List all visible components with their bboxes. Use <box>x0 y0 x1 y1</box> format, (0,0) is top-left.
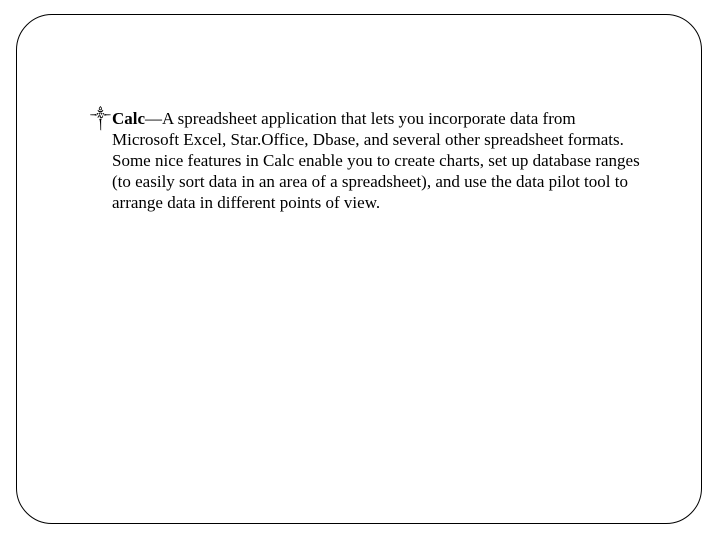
bullet-icon: ༒ <box>90 108 112 130</box>
content-area: ༒ Calc—A spreadsheet application that le… <box>90 108 645 213</box>
separator: — <box>145 109 162 128</box>
slide-frame <box>16 14 702 524</box>
paragraph: Calc—A spreadsheet application that lets… <box>112 108 645 213</box>
list-item: ༒ Calc—A spreadsheet application that le… <box>90 108 645 213</box>
description: A spreadsheet application that lets you … <box>112 109 640 212</box>
term: Calc <box>112 109 145 128</box>
